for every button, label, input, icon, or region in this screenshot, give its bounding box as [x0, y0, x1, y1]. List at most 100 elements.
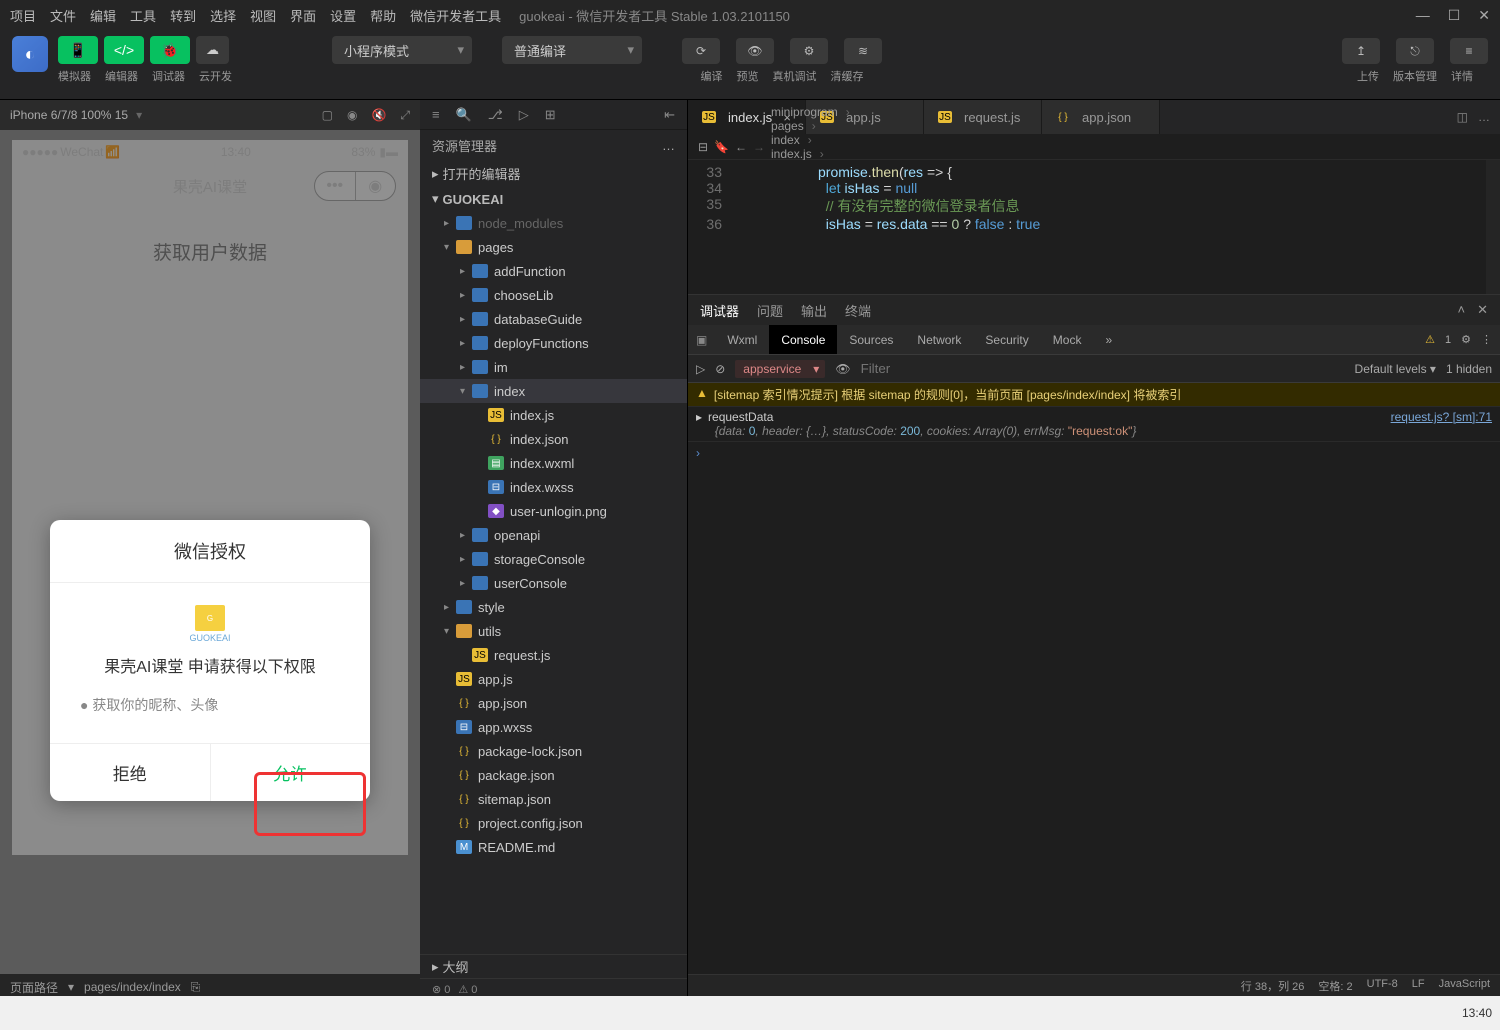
tree-item-README.md[interactable]: MREADME.md [420, 835, 687, 859]
inspect-icon[interactable]: ▣ [688, 333, 715, 347]
menu-视图[interactable]: 视图 [250, 6, 276, 25]
search-icon[interactable]: 🔍 [456, 107, 472, 123]
compile-button[interactable]: ⟳ [682, 38, 720, 64]
tree-item-im[interactable]: ▸im [420, 355, 687, 379]
eye-icon[interactable]: 👁 [835, 362, 850, 376]
indent-icon[interactable]: ⊟ [698, 140, 708, 154]
tree-item-openapi[interactable]: ▸openapi [420, 523, 687, 547]
dbg-tab-调试器[interactable]: 调试器 [700, 301, 739, 320]
language[interactable]: JavaScript [1439, 978, 1490, 994]
cursor-pos[interactable]: 行 38，列 26 [1241, 978, 1305, 994]
tree-item-index.js[interactable]: JSindex.js [420, 403, 687, 427]
menu-微信开发者工具[interactable]: 微信开发者工具 [410, 6, 501, 25]
reject-button[interactable]: 拒绝 [50, 744, 210, 801]
encoding[interactable]: UTF-8 [1367, 978, 1398, 994]
tree-item-app.json[interactable]: { }app.json [420, 691, 687, 715]
tree-item-userConsole[interactable]: ▸userConsole [420, 571, 687, 595]
panel-close-icon[interactable]: ✕ [1477, 302, 1488, 318]
minimap[interactable] [1486, 160, 1500, 294]
tree-item-request.js[interactable]: JSrequest.js [420, 643, 687, 667]
menu-icon[interactable]: ≡ [432, 107, 440, 122]
warn-badge-icon[interactable]: ⚠ [1425, 333, 1435, 346]
tab-more-icon[interactable]: … [1478, 110, 1490, 124]
play-icon[interactable]: ▷ [696, 362, 705, 376]
devtab-Mock[interactable]: Mock [1041, 325, 1094, 354]
upload-button[interactable]: ↥ [1342, 38, 1380, 64]
editor-button[interactable]: </> [104, 36, 144, 64]
ext-icon[interactable]: ⊞ [545, 107, 556, 123]
open-editors-section[interactable]: ▸打开的编辑器 [420, 160, 687, 187]
tree-item-index.wxss[interactable]: ⊟index.wxss [420, 475, 687, 499]
close-icon[interactable]: ✕ [1478, 7, 1490, 24]
tab-app.json[interactable]: { }app.json [1042, 100, 1160, 134]
back-icon[interactable]: ← [735, 140, 747, 154]
devtab-Sources[interactable]: Sources [837, 325, 905, 354]
detail-button[interactable]: ≡ [1450, 38, 1488, 64]
menu-文件[interactable]: 文件 [50, 6, 76, 25]
bookmark-icon[interactable]: 🔖 [714, 140, 729, 154]
device-select[interactable]: iPhone 6/7/8 100% 15 [10, 108, 128, 122]
simulator-button[interactable]: 📱 [58, 36, 98, 64]
tree-item-index[interactable]: ▾index [420, 379, 687, 403]
dbg-tab-输出[interactable]: 输出 [801, 301, 827, 320]
devtab-Security[interactable]: Security [973, 325, 1040, 354]
mute-icon[interactable]: 🔇 [371, 108, 386, 123]
branch-icon[interactable]: ⎇ [488, 107, 503, 123]
phone-icon[interactable]: ▢ [322, 108, 333, 123]
warn-count[interactable]: ⚠ 0 [458, 983, 477, 996]
menu-界面[interactable]: 界面 [290, 6, 316, 25]
capsule-close-icon[interactable]: ◉ [356, 172, 396, 200]
tree-item-package.json[interactable]: { }package.json [420, 763, 687, 787]
context-select[interactable]: appservice [735, 360, 825, 378]
eol[interactable]: LF [1412, 978, 1425, 994]
menu-转到[interactable]: 转到 [170, 6, 196, 25]
devtab-more-icon[interactable]: » [1093, 325, 1124, 354]
devtab-Wxml[interactable]: Wxml [715, 325, 769, 354]
minimize-icon[interactable]: — [1416, 7, 1430, 24]
project-root[interactable]: ▾GUOKEAI [420, 187, 687, 211]
tree-item-deployFunctions[interactable]: ▸deployFunctions [420, 331, 687, 355]
tab-request.js[interactable]: JSrequest.js [924, 100, 1042, 134]
tree-item-sitemap.json[interactable]: { }sitemap.json [420, 787, 687, 811]
tree-item-databaseGuide[interactable]: ▸databaseGuide [420, 307, 687, 331]
more-icon[interactable]: … [662, 138, 675, 153]
tree-item-storageConsole[interactable]: ▸storageConsole [420, 547, 687, 571]
devtab-Network[interactable]: Network [905, 325, 973, 354]
console-prompt[interactable]: › [688, 442, 1500, 464]
clear-cache-button[interactable]: ≋ [844, 38, 882, 64]
cloud-button[interactable]: ☁ [196, 36, 229, 64]
breadcrumb-pages[interactable]: pages [771, 119, 850, 133]
menu-编辑[interactable]: 编辑 [90, 6, 116, 25]
mode-select[interactable]: 小程序模式 [332, 36, 472, 64]
menu-帮助[interactable]: 帮助 [370, 6, 396, 25]
clear-icon[interactable]: ⊘ [715, 362, 725, 376]
record-icon[interactable]: ◉ [347, 108, 357, 123]
tree-item-project.config.json[interactable]: { }project.config.json [420, 811, 687, 835]
capsule-menu-icon[interactable]: ••• [315, 172, 356, 200]
menu-选择[interactable]: 选择 [210, 6, 236, 25]
tree-item-pages[interactable]: ▾pages [420, 235, 687, 259]
filter-input[interactable] [861, 361, 1345, 376]
tree-item-index.wxml[interactable]: ▤index.wxml [420, 451, 687, 475]
tree-item-style[interactable]: ▸style [420, 595, 687, 619]
breadcrumb-miniprogram[interactable]: miniprogram [771, 105, 850, 119]
outline-section[interactable]: ▸大纲 [420, 954, 687, 978]
settings-icon[interactable]: ⚙ [1461, 333, 1471, 346]
dbg-tab-终端[interactable]: 终端 [845, 301, 871, 320]
version-button[interactable]: ⎋ [1396, 38, 1434, 64]
tree-item-user-unlogin.png[interactable]: ◆user-unlogin.png [420, 499, 687, 523]
dbg-tab-问题[interactable]: 问题 [757, 301, 783, 320]
levels-select[interactable]: Default levels ▾ [1355, 362, 1436, 376]
error-count[interactable]: ⊗ 0 [432, 983, 450, 996]
menu-设置[interactable]: 设置 [330, 6, 356, 25]
panel-up-icon[interactable]: ˄ [1458, 302, 1466, 318]
breadcrumb-index.js[interactable]: index.js [771, 147, 850, 161]
copy-icon[interactable]: ⎘ [191, 980, 201, 995]
indent-info[interactable]: 空格: 2 [1318, 978, 1352, 994]
hidden-count[interactable]: 1 hidden [1446, 362, 1492, 376]
tree-item-node_modules[interactable]: ▸node_modules [420, 211, 687, 235]
remote-debug-button[interactable]: ⚙ [790, 38, 828, 64]
code-editor[interactable]: 33promise.then(res => {34 let isHas = nu… [688, 160, 1500, 294]
forward-icon[interactable]: → [753, 140, 765, 154]
devtools-more-icon[interactable]: ⋮ [1481, 333, 1492, 346]
